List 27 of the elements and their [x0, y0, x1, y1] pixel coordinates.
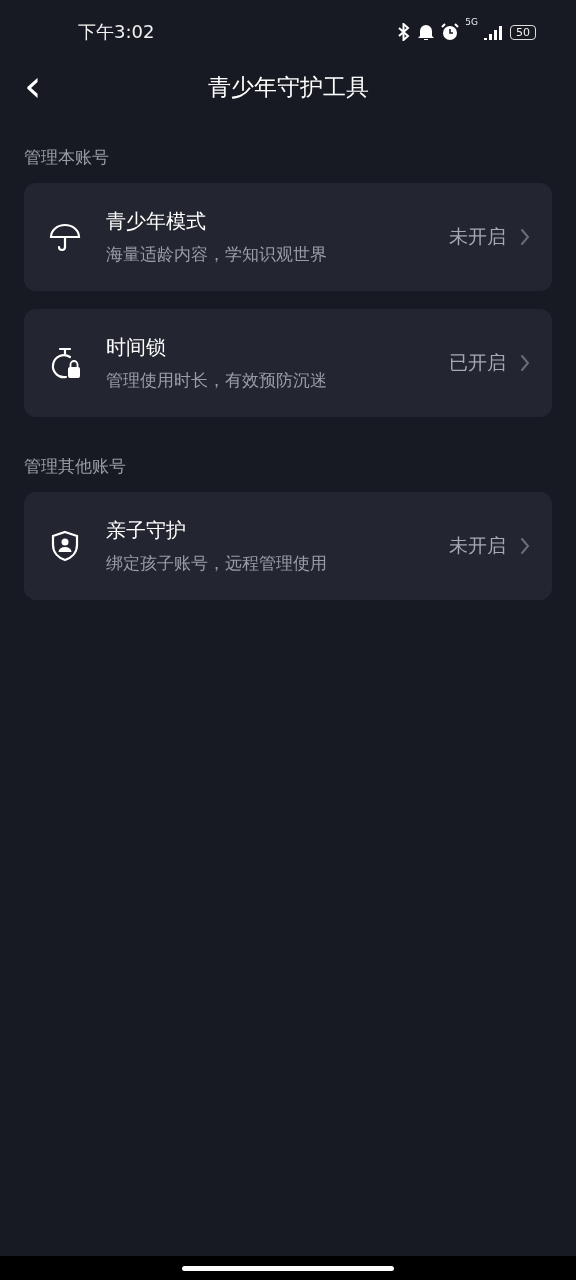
- bell-icon: [417, 23, 436, 41]
- setting-status: 未开启: [449, 533, 506, 558]
- alarm-clock-icon: [441, 23, 460, 41]
- setting-card[interactable]: 亲子守护 绑定孩子账号，远程管理使用 未开启: [24, 492, 552, 600]
- bluetooth-icon: [397, 23, 412, 41]
- page-title: 青少年守护工具: [207, 72, 369, 102]
- setting-title: 时间锁: [106, 334, 167, 361]
- section-label: 管理其他账号: [24, 455, 127, 478]
- chevron-right-icon: [520, 354, 530, 372]
- chevron-right-icon: [520, 537, 530, 555]
- setting-card[interactable]: 时间锁 管理使用时长，有效预防沉迷 已开启: [24, 309, 552, 417]
- setting-title: 亲子守护: [106, 517, 187, 544]
- setting-subtitle: 管理使用时长，有效预防沉迷: [106, 369, 328, 392]
- setting-subtitle: 海量适龄内容，学知识观世界: [106, 243, 328, 266]
- setting-status: 已开启: [449, 350, 506, 375]
- back-button[interactable]: ‹: [18, 68, 48, 104]
- network-type: 5G: [465, 17, 478, 27]
- setting-title: 青少年模式: [106, 208, 207, 235]
- home-indicator[interactable]: [182, 1265, 394, 1271]
- signal-icon: [484, 24, 504, 40]
- section-label: 管理本账号: [24, 146, 110, 169]
- battery-level: 50: [510, 24, 536, 40]
- setting-status: 未开启: [449, 224, 506, 249]
- setting-subtitle: 绑定孩子账号，远程管理使用: [106, 552, 328, 575]
- status-time: 下午3:02: [78, 20, 155, 44]
- setting-card[interactable]: 青少年模式 海量适龄内容，学知识观世界 未开启: [24, 183, 552, 291]
- chevron-right-icon: [520, 228, 530, 246]
